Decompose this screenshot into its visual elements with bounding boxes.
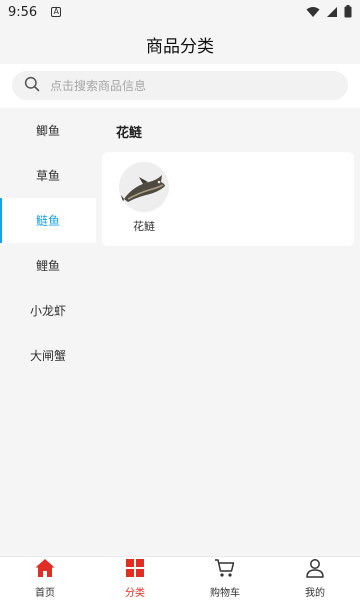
search-icon <box>24 76 40 96</box>
home-icon <box>34 558 56 582</box>
product-item[interactable]: 花鲢 <box>118 162 170 234</box>
category-sidebar: 鲫鱼 草鱼 鲢鱼 鲤鱼 小龙虾 大闸蟹 <box>0 108 96 556</box>
tab-label-mine: 我的 <box>305 588 325 599</box>
page-title: 商品分类 <box>146 36 214 57</box>
search-bar <box>0 64 360 108</box>
tab-category[interactable]: 分类 <box>90 557 180 600</box>
search-input[interactable] <box>50 78 330 93</box>
category-content: 花鲢 花鲢 <box>96 108 360 556</box>
tab-label-category: 分类 <box>125 588 145 599</box>
tab-cart[interactable]: 购物车 <box>180 557 270 600</box>
nav-bar: 商品分类 <box>0 24 360 64</box>
cart-icon <box>214 558 236 582</box>
product-name: 花鲢 <box>133 220 155 233</box>
sidebar-item-dazhaxie[interactable]: 大闸蟹 <box>0 333 96 378</box>
status-time: 9:56 <box>8 4 38 20</box>
signal-icon <box>326 3 338 22</box>
tab-mine[interactable]: 我的 <box>270 557 360 600</box>
product-card: 花鲢 <box>102 152 354 246</box>
bottom-tab-bar: 首页 分类 购物车 我的 <box>0 556 360 600</box>
tab-label-home: 首页 <box>35 588 55 599</box>
sidebar-item-xiaolongxia[interactable]: 小龙虾 <box>0 288 96 333</box>
tab-home[interactable]: 首页 <box>0 557 90 600</box>
sidebar-item-jiyu[interactable]: 鲫鱼 <box>0 108 96 153</box>
tab-label-cart: 购物车 <box>210 588 240 599</box>
wifi-icon <box>306 3 320 22</box>
sidebar-item-lianyu[interactable]: 鲢鱼 <box>0 198 96 243</box>
user-icon <box>304 558 326 582</box>
status-icons <box>306 3 352 22</box>
sidebar-item-liyu[interactable]: 鲤鱼 <box>0 243 96 288</box>
fish-image <box>119 162 169 212</box>
search-box[interactable] <box>12 71 348 100</box>
sidebar-item-caoyu[interactable]: 草鱼 <box>0 153 96 198</box>
notification-a-icon: A <box>51 7 62 17</box>
category-icon <box>125 558 145 582</box>
status-bar: 9:56 A <box>0 0 360 24</box>
section-title: 花鲢 <box>116 126 143 141</box>
battery-icon <box>344 3 352 22</box>
